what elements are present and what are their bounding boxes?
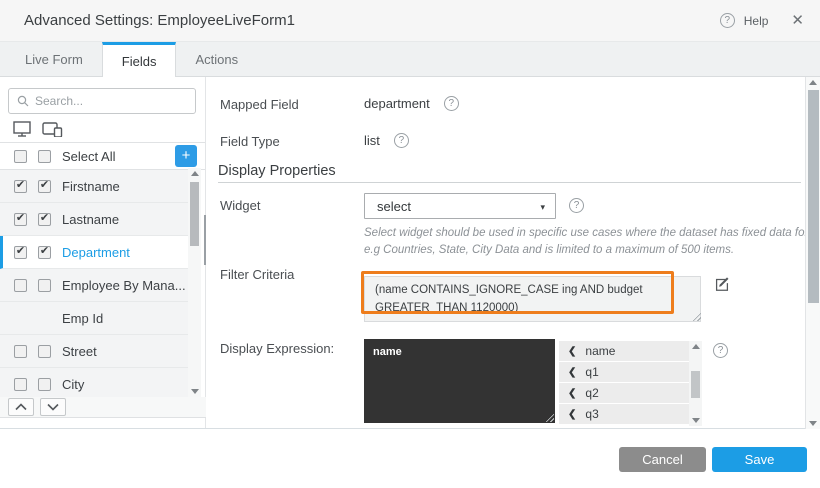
mapped-field-help-icon[interactable]: ? — [444, 96, 459, 111]
advanced-settings-dialog: Advanced Settings: EmployeeLiveForm1 ? H… — [0, 0, 820, 488]
sidebar-scrollbar[interactable] — [188, 168, 201, 397]
field-row-firstname[interactable]: Firstname — [0, 170, 188, 203]
select-all-web-checkbox[interactable] — [14, 150, 27, 163]
field-row-emp-id[interactable]: Emp Id — [0, 302, 188, 335]
select-caret-icon: ▾ — [540, 202, 545, 213]
filter-criteria-label: Filter Criteria — [220, 267, 294, 282]
field-row-street[interactable]: Street — [0, 335, 188, 368]
add-field-button[interactable]: + — [175, 145, 197, 167]
display-properties-heading: Display Properties — [218, 163, 336, 179]
resize-grip-icon[interactable] — [545, 413, 554, 422]
scroll-down-arrow-icon[interactable] — [809, 421, 817, 426]
mapped-field-label: Mapped Field — [220, 97, 299, 112]
field-row-employee-by-manager[interactable]: Employee By Mana... — [0, 269, 188, 302]
help-circle-icon[interactable]: ? — [720, 13, 735, 28]
display-expression-editor[interactable]: name — [364, 339, 555, 423]
chevron-left-icon: ❮ — [568, 388, 576, 399]
scroll-down-arrow-icon[interactable] — [191, 389, 199, 394]
scroll-down-arrow-icon[interactable] — [692, 418, 700, 423]
web-checkbox[interactable] — [14, 279, 27, 292]
tab-live-form[interactable]: Live Form — [6, 42, 102, 76]
mobile-tablet-icon[interactable] — [42, 121, 63, 137]
field-row-lastname[interactable]: Lastname — [0, 203, 188, 236]
mobile-checkbox[interactable] — [38, 246, 51, 259]
field-row-department[interactable]: Department — [0, 236, 188, 269]
scroll-up-arrow-icon[interactable] — [692, 344, 700, 349]
close-icon[interactable]: ✕ — [791, 13, 804, 28]
device-filter-row — [0, 115, 205, 143]
chevron-left-icon: ❮ — [568, 367, 576, 378]
widget-helper-text: Select widget should be used in specific… — [364, 225, 820, 260]
chevron-up-icon — [15, 403, 27, 411]
desktop-icon[interactable] — [13, 121, 32, 137]
field-type-label: Field Type — [220, 134, 280, 149]
filter-criteria-textarea[interactable]: (name CONTAINS_IGNORE_CASE ing AND budge… — [364, 276, 701, 322]
mobile-checkbox[interactable] — [38, 180, 51, 193]
widget-select-value: select — [377, 199, 411, 214]
section-divider — [218, 182, 801, 183]
chevron-left-icon: ❮ — [568, 346, 576, 357]
widget-label: Widget — [220, 198, 260, 213]
tab-content: Select All + Firstname Lastname Depa — [0, 77, 820, 429]
help-link[interactable]: Help — [744, 14, 769, 28]
web-checkbox[interactable] — [14, 345, 27, 358]
tab-fields[interactable]: Fields — [102, 42, 177, 77]
fields-sidebar: Select All + Firstname Lastname Depa — [0, 77, 206, 428]
scrollbar-thumb[interactable] — [190, 182, 199, 246]
display-expression-value: name — [373, 346, 402, 358]
tab-bar: Live Form Fields Actions — [0, 42, 820, 77]
display-expression-help-icon[interactable]: ? — [713, 343, 728, 358]
edit-filter-icon[interactable] — [713, 275, 731, 293]
web-checkbox[interactable] — [14, 213, 27, 226]
move-field-down-button[interactable] — [40, 398, 66, 416]
main-panel-scrollbar[interactable] — [805, 77, 820, 429]
mapped-field-value-row: department ? — [364, 96, 459, 111]
mobile-checkbox[interactable] — [38, 213, 51, 226]
mapped-field-value: department — [364, 96, 430, 111]
scrollbar-thumb[interactable] — [808, 90, 819, 303]
mobile-checkbox[interactable] — [38, 279, 51, 292]
dialog-scrollbar-thumb[interactable] — [204, 215, 206, 265]
cancel-button[interactable]: Cancel — [619, 447, 706, 472]
select-all-mobile-checkbox[interactable] — [38, 150, 51, 163]
chevron-left-icon: ❮ — [568, 409, 576, 420]
scrollbar-thumb[interactable] — [691, 371, 700, 398]
available-field-name[interactable]: ❮ name — [559, 341, 689, 362]
save-button[interactable]: Save — [712, 447, 807, 472]
mobile-checkbox[interactable] — [38, 345, 51, 358]
scroll-up-arrow-icon[interactable] — [809, 80, 817, 85]
available-field-q2[interactable]: ❮ q2 — [559, 383, 689, 404]
dialog-footer: Cancel Save — [0, 430, 820, 488]
available-fields-list: ❮ name ❮ q1 ❮ q2 ❮ q3 — [559, 341, 702, 426]
web-checkbox[interactable] — [14, 180, 27, 193]
move-field-up-button[interactable] — [8, 398, 34, 416]
search-input[interactable] — [35, 94, 187, 108]
dialog-header: Advanced Settings: EmployeeLiveForm1 ? H… — [0, 0, 820, 42]
select-all-label: Select All — [62, 149, 115, 164]
field-type-value: list — [364, 133, 380, 148]
widget-select[interactable]: select ▾ — [364, 193, 556, 219]
available-field-q1[interactable]: ❮ q1 — [559, 362, 689, 383]
scroll-up-arrow-icon[interactable] — [191, 171, 199, 176]
field-row-city[interactable]: City — [0, 368, 188, 399]
search-box[interactable] — [8, 88, 196, 114]
dialog-title: Advanced Settings: EmployeeLiveForm1 — [24, 12, 295, 29]
field-type-help-icon[interactable]: ? — [394, 133, 409, 148]
tab-actions[interactable]: Actions — [176, 42, 257, 76]
field-properties-panel: Mapped Field department ? Field Type lis… — [207, 77, 805, 428]
mobile-checkbox[interactable] — [38, 378, 51, 391]
select-all-row: Select All + — [0, 143, 205, 170]
field-type-value-row: list ? — [364, 133, 409, 148]
chevron-down-icon — [47, 403, 59, 411]
available-field-q3[interactable]: ❮ q3 — [559, 404, 689, 425]
search-icon — [17, 95, 29, 107]
display-expression-label: Display Expression: — [220, 341, 334, 356]
web-checkbox[interactable] — [14, 378, 27, 391]
widget-help-icon[interactable]: ? — [569, 198, 584, 213]
field-reorder-bar — [0, 397, 206, 418]
available-fields-scrollbar[interactable] — [689, 341, 702, 426]
web-checkbox[interactable] — [14, 246, 27, 259]
field-list: Firstname Lastname Department Employee B… — [0, 170, 206, 399]
